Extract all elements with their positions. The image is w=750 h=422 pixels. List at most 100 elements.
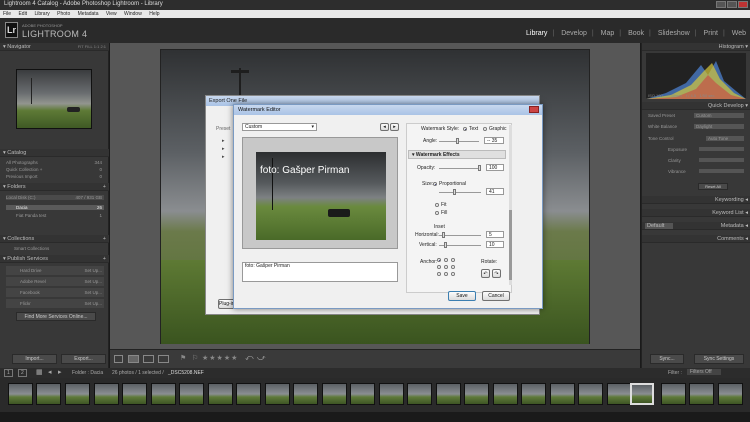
- filter-select[interactable]: Filters Off: [687, 369, 721, 375]
- folders-header[interactable]: ▾ Folders +: [0, 183, 109, 191]
- filmstrip-thumbnail[interactable]: [521, 383, 546, 405]
- cancel-button[interactable]: Cancel: [482, 291, 510, 301]
- module-map[interactable]: Map: [601, 30, 615, 37]
- comments-header[interactable]: Comments ◂: [642, 235, 750, 243]
- rotate-left-toolbar-icon[interactable]: ⤺: [245, 353, 254, 363]
- menu-view[interactable]: View: [106, 11, 117, 17]
- opacity-slider-knob[interactable]: [478, 165, 481, 171]
- filmstrip-thumbnail[interactable]: [436, 383, 461, 405]
- filmstrip-thumbnail[interactable]: [493, 383, 518, 405]
- size-fit-radio[interactable]: [435, 203, 439, 207]
- vertical-value-field[interactable]: 10: [486, 241, 504, 248]
- angle-slider-knob[interactable]: [456, 138, 459, 144]
- clarity-buttons[interactable]: [699, 158, 744, 162]
- filmstrip-thumbnail[interactable]: [578, 383, 603, 405]
- filmstrip-thumbnail[interactable]: [36, 383, 61, 405]
- setup-link[interactable]: Set Up...: [84, 268, 102, 273]
- flag-icon[interactable]: ⚑: [180, 354, 186, 362]
- module-library[interactable]: Library: [526, 30, 547, 37]
- filmstrip-thumbnail[interactable]: [464, 383, 489, 405]
- rotate-left-icon[interactable]: ↶: [481, 269, 490, 278]
- module-web[interactable]: Web: [732, 30, 746, 37]
- size-value-field[interactable]: 41: [486, 188, 504, 195]
- reject-flag-icon[interactable]: ⚐: [192, 354, 198, 362]
- find-more-services-button[interactable]: Find More Services Online...: [16, 312, 96, 321]
- horizontal-slider[interactable]: [439, 235, 481, 236]
- reset-all-button[interactable]: Reset All: [698, 183, 728, 190]
- volume-row[interactable]: Local Disk (C:) 407 / 931 GB: [6, 195, 104, 200]
- catalog-header[interactable]: ▾ Catalog: [0, 149, 109, 157]
- zoom-fit[interactable]: FIT: [78, 44, 84, 49]
- menu-help[interactable]: Help: [149, 11, 159, 17]
- filmstrip-thumbnail[interactable]: [179, 383, 204, 405]
- anchor-radio[interactable]: [437, 265, 441, 269]
- settings-scrollbar[interactable]: [509, 125, 512, 285]
- filmstrip-filename[interactable]: _DSC5208.NEF: [168, 370, 204, 376]
- import-button[interactable]: Import...: [12, 354, 57, 364]
- filmstrip-thumbnail[interactable]: [65, 383, 90, 405]
- anchor-radio[interactable]: [444, 272, 448, 276]
- size-slider-knob[interactable]: [453, 189, 456, 195]
- rotate-right-toolbar-icon[interactable]: ⤻: [257, 353, 266, 363]
- module-book[interactable]: Book: [628, 30, 644, 37]
- filmstrip-thumbnail[interactable]: [8, 383, 33, 405]
- publish-item-flickr[interactable]: Flickr Set Up...: [6, 299, 104, 308]
- catalog-item[interactable]: All Photographs 344: [6, 160, 104, 165]
- filmstrip-thumbnail[interactable]: [379, 383, 404, 405]
- compare-view-icon[interactable]: [143, 355, 154, 363]
- previous-arrow-button[interactable]: ◂: [380, 123, 389, 131]
- filmstrip-thumbnail[interactable]: [293, 383, 318, 405]
- keywording-header[interactable]: Keywording ◂: [642, 196, 750, 204]
- zoom-1-1[interactable]: 1:1: [94, 44, 100, 49]
- auto-tone-button[interactable]: Auto Tone: [706, 136, 744, 141]
- quick-develop-header[interactable]: Quick Develop ▾: [642, 102, 750, 110]
- angle-value-field[interactable]: -- 35: [484, 137, 504, 144]
- horizontal-value-field[interactable]: 5: [486, 231, 504, 238]
- anchor-radio[interactable]: [451, 258, 455, 262]
- rotate-right-icon[interactable]: ↷: [492, 269, 501, 278]
- page-1-button[interactable]: 1: [4, 369, 13, 377]
- filmstrip-thumbnail[interactable]: [122, 383, 147, 405]
- tree-expand-icon[interactable]: ▸: [222, 154, 225, 160]
- size-slider[interactable]: [439, 192, 481, 193]
- navigator-header[interactable]: ▾ Navigator FIT FILL 1:1 2:1: [0, 43, 109, 51]
- filmstrip-thumbnail[interactable]: [322, 383, 347, 405]
- horizontal-slider-knob[interactable]: [442, 232, 445, 238]
- setup-link[interactable]: Set Up...: [84, 279, 102, 284]
- metadata-header[interactable]: Default Metadata ◂: [642, 222, 750, 230]
- white-balance-select[interactable]: Daylight: [694, 124, 744, 129]
- catalog-item[interactable]: Previous Import 0: [6, 174, 104, 179]
- anchor-radio[interactable]: [444, 258, 448, 262]
- publish-item-adobe-revel[interactable]: Adobe Revel Set Up...: [6, 277, 104, 286]
- star-rating[interactable]: ★★★★★: [202, 354, 238, 362]
- zoom-2-1[interactable]: 2:1: [100, 44, 106, 49]
- grid-view-icon[interactable]: [114, 355, 123, 363]
- setup-link[interactable]: Set Up...: [84, 301, 102, 306]
- catalog-item[interactable]: Quick Collection + 0: [6, 167, 104, 172]
- folder-item[interactable]: Dacia 26: [6, 205, 104, 210]
- filmstrip-thumbnail[interactable]: [718, 383, 743, 405]
- survey-view-icon[interactable]: [158, 355, 169, 363]
- maximize-icon[interactable]: [727, 1, 737, 8]
- saved-preset-select[interactable]: Custom: [694, 113, 744, 118]
- filmstrip-thumbnail[interactable]: [151, 383, 176, 405]
- close-icon[interactable]: [738, 1, 748, 8]
- publish-services-header[interactable]: ▾ Publish Services +: [0, 255, 109, 263]
- filmstrip-thumbnail[interactable]: [265, 383, 290, 405]
- module-develop[interactable]: Develop: [561, 30, 587, 37]
- size-fill-radio[interactable]: [435, 211, 439, 215]
- publish-item-hard-drive[interactable]: Hard Drive Set Up...: [6, 266, 104, 275]
- filmstrip-thumbnail[interactable]: [236, 383, 261, 405]
- setup-link[interactable]: Set Up...: [84, 290, 102, 295]
- vertical-slider-knob[interactable]: [444, 242, 447, 248]
- menu-edit[interactable]: Edit: [18, 11, 27, 17]
- next-arrow-button[interactable]: ▸: [390, 123, 399, 131]
- filmstrip-thumbnail[interactable]: [607, 383, 632, 405]
- export-button[interactable]: Export...: [61, 354, 106, 364]
- filmstrip-thumbnail[interactable]: [550, 383, 575, 405]
- anchor-radio[interactable]: [451, 265, 455, 269]
- filmstrip-thumbnail[interactable]: [689, 383, 714, 405]
- menu-window[interactable]: Window: [124, 11, 142, 17]
- exposure-buttons[interactable]: [699, 147, 744, 151]
- anchor-radio[interactable]: [437, 272, 441, 276]
